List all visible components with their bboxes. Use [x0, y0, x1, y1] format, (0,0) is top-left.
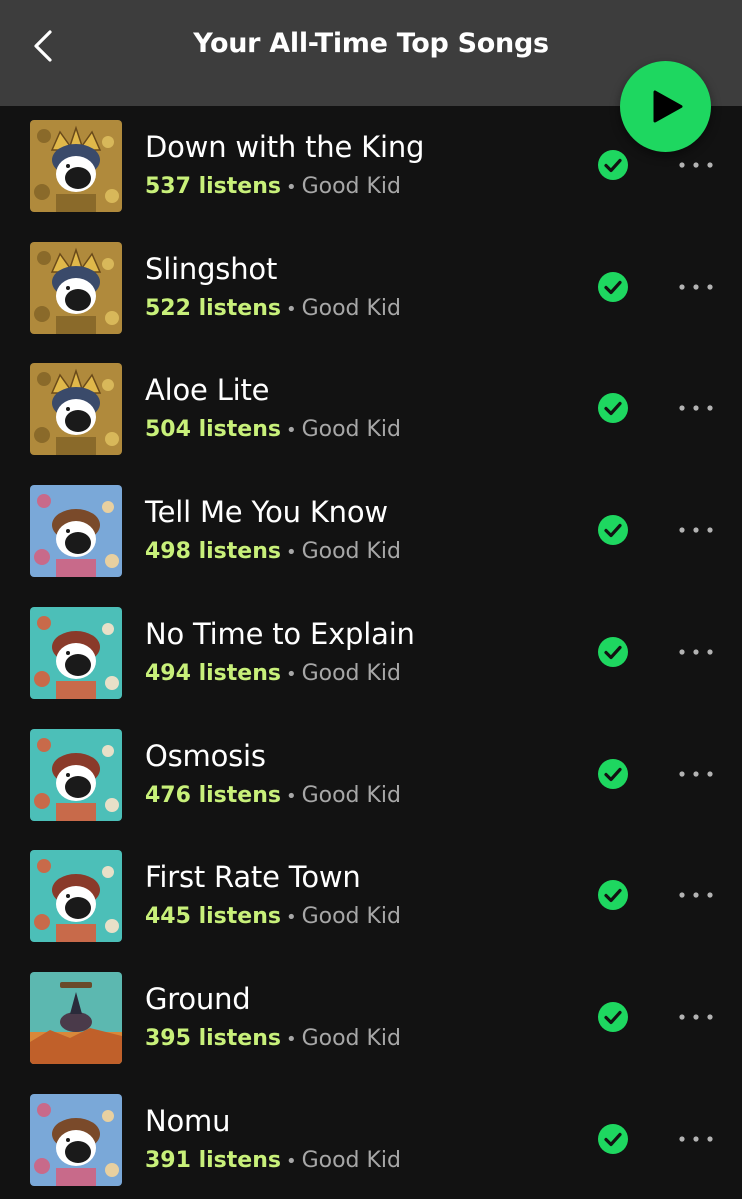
downloaded-check-icon — [597, 514, 629, 546]
track-title: Tell Me You Know — [145, 495, 388, 529]
artist-name[interactable]: Good Kid — [302, 1148, 401, 1173]
track-title: Down with the King — [145, 130, 425, 164]
track-meta: 522 listens • Good Kid — [145, 296, 401, 321]
separator-dot: • — [285, 1151, 297, 1172]
more-options-button[interactable] — [672, 636, 722, 668]
downloaded-check-icon — [597, 271, 629, 303]
track-title: Osmosis — [145, 739, 266, 773]
track-row[interactable]: Slingshot 522 listens • Good Kid — [0, 228, 742, 350]
album-art — [30, 363, 122, 455]
separator-dot: • — [285, 542, 297, 563]
more-options-button[interactable] — [672, 514, 722, 546]
downloaded-check-icon — [597, 392, 629, 424]
more-options-button[interactable] — [672, 879, 722, 911]
listen-count: 504 listens — [145, 417, 281, 442]
more-options-button[interactable] — [672, 149, 722, 181]
separator-dot: • — [285, 907, 297, 928]
artist-name[interactable]: Good Kid — [302, 417, 401, 442]
track-row[interactable]: Ground 395 listens • Good Kid — [0, 958, 742, 1080]
album-art — [30, 850, 122, 942]
album-art — [30, 972, 122, 1064]
track-meta: 537 listens • Good Kid — [145, 174, 401, 199]
more-options-button[interactable] — [672, 758, 722, 790]
track-meta: 504 listens • Good Kid — [145, 417, 401, 442]
artist-name[interactable]: Good Kid — [302, 174, 401, 199]
album-art — [30, 729, 122, 821]
track-meta: 445 listens • Good Kid — [145, 904, 401, 929]
more-horizontal-icon — [679, 284, 713, 290]
listen-count: 391 listens — [145, 1148, 281, 1173]
album-art — [30, 120, 122, 212]
downloaded-check-icon — [597, 149, 629, 181]
listen-count: 498 listens — [145, 539, 281, 564]
downloaded-check-icon — [597, 879, 629, 911]
listen-count: 494 listens — [145, 661, 281, 686]
separator-dot: • — [285, 299, 297, 320]
separator-dot: • — [285, 786, 297, 807]
more-horizontal-icon — [679, 649, 713, 655]
track-row[interactable]: Aloe Lite 504 listens • Good Kid — [0, 349, 742, 471]
more-options-button[interactable] — [672, 1001, 722, 1033]
play-button[interactable] — [620, 61, 711, 152]
track-list: Down with the King 537 listens • Good Kid Sl… — [0, 106, 742, 1199]
artist-name[interactable]: Good Kid — [302, 1026, 401, 1051]
artist-name[interactable]: Good Kid — [302, 661, 401, 686]
track-row[interactable]: First Rate Town 445 listens • Good Kid — [0, 836, 742, 958]
separator-dot: • — [285, 177, 297, 198]
track-row[interactable]: No Time to Explain 494 listens • Good Kid — [0, 593, 742, 715]
more-horizontal-icon — [679, 1136, 713, 1142]
more-horizontal-icon — [679, 162, 713, 168]
more-options-button[interactable] — [672, 271, 722, 303]
track-title: Nomu — [145, 1104, 231, 1138]
listen-count: 445 listens — [145, 904, 281, 929]
artist-name[interactable]: Good Kid — [302, 539, 401, 564]
downloaded-check-icon — [597, 1001, 629, 1033]
more-horizontal-icon — [679, 892, 713, 898]
page-title: Your All-Time Top Songs — [193, 28, 549, 59]
track-title: No Time to Explain — [145, 617, 415, 651]
track-title: Ground — [145, 982, 251, 1016]
separator-dot: • — [285, 420, 297, 441]
more-horizontal-icon — [679, 405, 713, 411]
listen-count: 522 listens — [145, 296, 281, 321]
more-horizontal-icon — [679, 771, 713, 777]
more-horizontal-icon — [679, 527, 713, 533]
track-title: Aloe Lite — [145, 373, 270, 407]
track-row[interactable]: Tell Me You Know 498 listens • Good Kid — [0, 471, 742, 593]
separator-dot: • — [285, 664, 297, 685]
more-options-button[interactable] — [672, 1123, 722, 1155]
artist-name[interactable]: Good Kid — [302, 296, 401, 321]
artist-name[interactable]: Good Kid — [302, 783, 401, 808]
downloaded-check-icon — [597, 636, 629, 668]
more-options-button[interactable] — [672, 392, 722, 424]
track-title: Slingshot — [145, 252, 278, 286]
listen-count: 476 listens — [145, 783, 281, 808]
track-row[interactable]: Nomu 391 listens • Good Kid — [0, 1080, 742, 1199]
downloaded-check-icon — [597, 758, 629, 790]
album-art — [30, 1094, 122, 1186]
more-horizontal-icon — [679, 1014, 713, 1020]
track-row[interactable]: Osmosis 476 listens • Good Kid — [0, 715, 742, 837]
track-meta: 476 listens • Good Kid — [145, 783, 401, 808]
play-icon — [653, 90, 683, 123]
track-meta: 498 listens • Good Kid — [145, 539, 401, 564]
separator-dot: • — [285, 1029, 297, 1050]
artist-name[interactable]: Good Kid — [302, 904, 401, 929]
track-meta: 395 listens • Good Kid — [145, 1026, 401, 1051]
track-meta: 391 listens • Good Kid — [145, 1148, 401, 1173]
track-meta: 494 listens • Good Kid — [145, 661, 401, 686]
track-title: First Rate Town — [145, 860, 361, 894]
album-art — [30, 242, 122, 334]
album-art — [30, 607, 122, 699]
listen-count: 537 listens — [145, 174, 281, 199]
album-art — [30, 485, 122, 577]
downloaded-check-icon — [597, 1123, 629, 1155]
listen-count: 395 listens — [145, 1026, 281, 1051]
